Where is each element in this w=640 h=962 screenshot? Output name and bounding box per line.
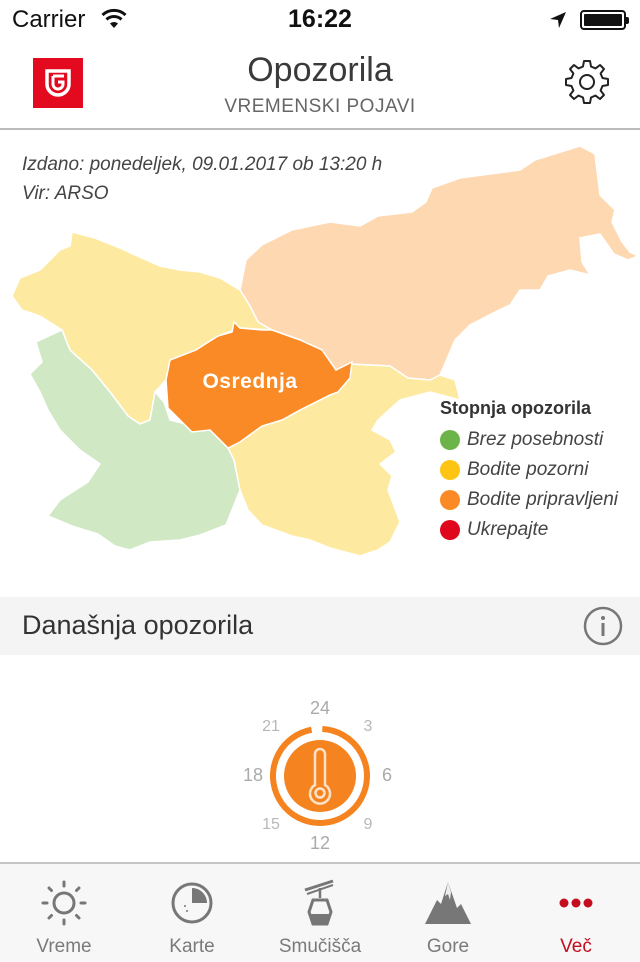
legend-dot-orange [440, 490, 460, 510]
source-label: Vir: ARSO [22, 183, 109, 204]
legend-label: Bodite pozorni [467, 459, 589, 480]
legend-label: Ukrepajte [467, 519, 549, 540]
tab-karte[interactable]: Karte [128, 864, 256, 962]
page-subtitle: VREMENSKI POJAVI [224, 96, 416, 117]
radar-icon [171, 882, 213, 924]
mountain-icon [425, 882, 471, 924]
tab-vreme[interactable]: Vreme [0, 864, 128, 962]
status-bar: Carrier 16:22 [0, 0, 640, 40]
warning-map: Izdano: ponedeljek, 09.01.2017 ob 13:20 … [0, 130, 640, 596]
issued-date: Izdano: ponedeljek, 09.01.2017 ob 13:20 … [22, 154, 383, 175]
info-icon[interactable] [583, 606, 623, 646]
section-title: Današnja opozorila [22, 610, 254, 640]
battery-icon [580, 10, 629, 30]
tab-vec[interactable]: Več [512, 864, 640, 962]
legend-item: Ukrepajte [440, 515, 618, 545]
section-header: Današnja opozorila [0, 597, 640, 655]
warning-icon-background [284, 740, 356, 812]
tab-label: Vreme [36, 936, 92, 957]
legend-dot-yellow [440, 460, 460, 480]
region-label-osrednja: Osrednja [202, 370, 297, 393]
location-arrow-icon [550, 12, 566, 28]
legend-title: Stopnja opozorila [440, 398, 591, 418]
tab-smucisca[interactable]: Smučišča [256, 864, 384, 962]
legend-item: Bodite pozorni [440, 455, 618, 485]
nav-header: Opozorila VREMENSKI POJAVI [0, 40, 640, 130]
sun-icon [41, 880, 87, 926]
status-time: 16:22 [288, 5, 352, 33]
tab-label: Gore [426, 936, 470, 957]
tab-bar: Vreme Karte Smučišča Gore Več [0, 862, 640, 962]
tab-label: Več [560, 936, 592, 957]
tab-label: Karte [169, 936, 215, 957]
cable-car-icon [304, 879, 334, 926]
more-dots-icon [559, 898, 593, 908]
issued-info: Izdano: ponedeljek, 09.01.2017 ob 13:20 … [22, 150, 382, 208]
legend-item: Brez posebnosti [440, 425, 618, 455]
page-title: Opozorila [247, 51, 393, 89]
legend-dot-green [440, 430, 460, 450]
legend-dot-red [440, 520, 460, 540]
gear-icon[interactable] [565, 60, 609, 104]
legend-label: Bodite pripravljeni [467, 489, 619, 510]
warning-clock[interactable]: 24 3 6 9 12 15 18 21 [220, 690, 420, 860]
map-legend: Stopnja opozorila Brez posebnosti Bodite… [440, 398, 618, 545]
legend-label: Brez posebnosti [467, 429, 604, 450]
tab-label: Smučišča [278, 936, 362, 957]
tab-gore[interactable]: Gore [384, 864, 512, 962]
legend-item: Bodite pripravljeni [440, 485, 618, 515]
